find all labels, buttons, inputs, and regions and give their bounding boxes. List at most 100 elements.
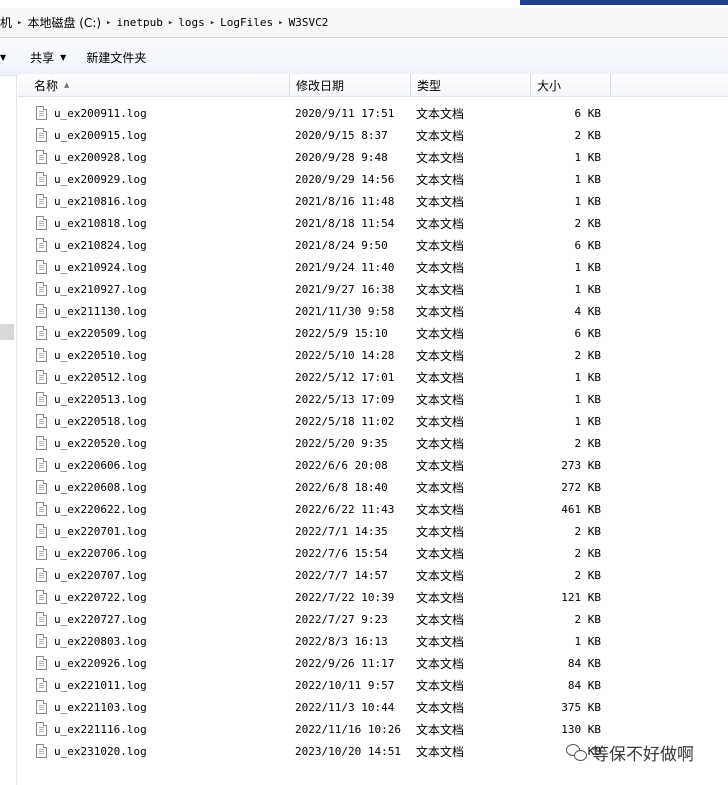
text-file-icon — [36, 524, 47, 538]
breadcrumb-item-inetpub[interactable]: inetpub — [116, 16, 162, 29]
text-file-icon — [36, 348, 47, 362]
breadcrumb: 机 ▸ 本地磁盘 (C:) ▸ inetpub ▸ logs ▸ LogFile… — [0, 14, 328, 31]
column-header: 名称 ▲ 修改日期 类型 大小 — [18, 74, 728, 97]
file-size: 2 KB — [574, 216, 602, 230]
file-size: 84 KB — [567, 656, 601, 670]
file-name-cell: u_ex220606.log — [36, 454, 147, 476]
file-type: 文本文档 — [416, 172, 465, 187]
text-file-icon — [36, 238, 47, 252]
file-type: 文本文档 — [416, 150, 465, 165]
file-row[interactable]: u_ex210924.log 2021/9/24 11:40 文本文档 1 KB — [18, 256, 718, 278]
file-name: u_ex220518.log — [54, 414, 147, 428]
file-date: 2022/5/10 14:28 — [295, 348, 395, 362]
file-row[interactable]: u_ex210927.log 2021/9/27 16:38 文本文档 1 KB — [18, 278, 718, 300]
file-date: 2022/10/11 9:57 — [295, 678, 395, 692]
text-file-icon — [36, 634, 47, 648]
file-size: 1 KB — [574, 172, 602, 186]
file-date: 2021/8/18 11:54 — [295, 216, 395, 230]
file-row[interactable]: u_ex200911.log 2020/9/11 17:51 文本文档 6 KB — [18, 102, 718, 124]
file-row[interactable]: u_ex220706.log 2022/7/6 15:54 文本文档 2 KB — [18, 542, 718, 564]
file-name-cell: u_ex220701.log — [36, 520, 147, 542]
file-row[interactable]: u_ex220512.log 2022/5/12 17:01 文本文档 1 KB — [18, 366, 718, 388]
dropdown-arrow-icon: ▼ — [0, 52, 7, 62]
new-folder-label: 新建文件夹 — [86, 50, 147, 65]
file-row[interactable]: u_ex200929.log 2020/9/29 14:56 文本文档 1 KB — [18, 168, 718, 190]
file-type: 文本文档 — [416, 722, 465, 737]
file-name-cell: u_ex220510.log — [36, 344, 147, 366]
file-size: 1 KB — [574, 150, 602, 164]
file-type: 文本文档 — [416, 392, 465, 407]
navigation-pane[interactable] — [0, 76, 17, 785]
file-row[interactable]: u_ex220803.log 2022/8/3 16:13 文本文档 1 KB — [18, 630, 718, 652]
text-file-icon — [36, 568, 47, 582]
file-row[interactable]: u_ex220520.log 2022/5/20 9:35 文本文档 2 KB — [18, 432, 718, 454]
share-button[interactable]: 共享 ▼ — [20, 45, 76, 69]
breadcrumb-partial[interactable]: 机 — [0, 14, 12, 31]
column-header-name-label: 名称 — [34, 78, 59, 93]
file-row[interactable]: u_ex220608.log 2022/6/8 18:40 文本文档 272 KB — [18, 476, 718, 498]
file-type: 文本文档 — [416, 238, 465, 253]
file-row[interactable]: u_ex220509.log 2022/5/9 15:10 文本文档 6 KB — [18, 322, 718, 344]
file-row[interactable]: u_ex210824.log 2021/8/24 9:50 文本文档 6 KB — [18, 234, 718, 256]
breadcrumb-item-logs[interactable]: logs — [178, 16, 205, 29]
file-name-cell: u_ex221011.log — [36, 674, 147, 696]
file-row[interactable]: u_ex220727.log 2022/7/27 9:23 文本文档 2 KB — [18, 608, 718, 630]
breadcrumb-item-w3svc2[interactable]: W3SVC2 — [289, 16, 329, 29]
file-row[interactable]: u_ex220707.log 2022/7/7 14:57 文本文档 2 KB — [18, 564, 718, 586]
address-bar[interactable]: 机 ▸ 本地磁盘 (C:) ▸ inetpub ▸ logs ▸ LogFile… — [0, 8, 728, 38]
organize-dropdown[interactable]: ▼ — [0, 45, 20, 69]
file-row[interactable]: u_ex220606.log 2022/6/6 20:08 文本文档 273 KB — [18, 454, 718, 476]
breadcrumb-chevron-icon[interactable]: ▸ — [210, 18, 215, 28]
watermark-text: 等保不好做啊 — [592, 745, 694, 765]
text-file-icon — [36, 172, 47, 186]
file-size: 2 KB — [574, 128, 602, 142]
file-name: u_ex220622.log — [54, 502, 147, 516]
file-row[interactable]: u_ex210816.log 2021/8/16 11:48 文本文档 1 KB — [18, 190, 718, 212]
text-file-icon — [36, 458, 47, 472]
file-type: 文本文档 — [416, 216, 465, 231]
file-type: 文本文档 — [416, 700, 465, 715]
file-name-cell: u_ex200929.log — [36, 168, 147, 190]
file-row[interactable]: u_ex220518.log 2022/5/18 11:02 文本文档 1 KB — [18, 410, 718, 432]
column-header-type[interactable]: 类型 — [411, 74, 531, 96]
new-folder-button[interactable]: 新建文件夹 — [76, 45, 156, 69]
breadcrumb-item-drive[interactable]: 本地磁盘 (C:) — [27, 14, 101, 31]
file-row[interactable]: u_ex220513.log 2022/5/13 17:09 文本文档 1 KB — [18, 388, 718, 410]
breadcrumb-chevron-icon[interactable]: ▸ — [106, 18, 111, 28]
file-row[interactable]: u_ex220722.log 2022/7/22 10:39 文本文档 121 KB — [18, 586, 718, 608]
breadcrumb-item-logfiles[interactable]: LogFiles — [220, 16, 273, 29]
breadcrumb-chevron-icon[interactable]: ▸ — [168, 18, 173, 28]
file-row[interactable]: u_ex220510.log 2022/5/10 14:28 文本文档 2 KB — [18, 344, 718, 366]
file-type: 文本文档 — [416, 348, 465, 363]
file-size: 6 KB — [574, 106, 602, 120]
text-file-icon — [36, 414, 47, 428]
column-header-name[interactable]: 名称 ▲ — [18, 74, 290, 96]
file-row[interactable]: u_ex220701.log 2022/7/1 14:35 文本文档 2 KB — [18, 520, 718, 542]
breadcrumb-chevron-icon[interactable]: ▸ — [278, 18, 283, 28]
file-type: 文本文档 — [416, 678, 465, 693]
file-row[interactable]: u_ex220926.log 2022/9/26 11:17 文本文档 84 KB — [18, 652, 718, 674]
column-header-size[interactable]: 大小 — [531, 74, 611, 96]
text-file-icon — [36, 194, 47, 208]
file-name-cell: u_ex231020.log — [36, 740, 147, 762]
file-name: u_ex220722.log — [54, 590, 147, 604]
file-name: u_ex220706.log — [54, 546, 147, 560]
command-bar: ▼ 共享 ▼ 新建文件夹 — [0, 39, 728, 76]
file-row[interactable]: u_ex221011.log 2022/10/11 9:57 文本文档 84 KB — [18, 674, 718, 696]
file-row[interactable]: u_ex210818.log 2021/8/18 11:54 文本文档 2 KB — [18, 212, 718, 234]
breadcrumb-chevron-icon[interactable]: ▸ — [17, 18, 22, 28]
file-size: 2 KB — [574, 436, 602, 450]
file-name-cell: u_ex220518.log — [36, 410, 147, 432]
file-name: u_ex220727.log — [54, 612, 147, 626]
navigation-scroll-thumb[interactable] — [0, 324, 14, 340]
text-file-icon — [36, 128, 47, 142]
file-name: u_ex221116.log — [54, 722, 147, 736]
file-row[interactable]: u_ex200928.log 2020/9/28 9:48 文本文档 1 KB — [18, 146, 718, 168]
file-row[interactable]: u_ex221103.log 2022/11/3 10:44 文本文档 375 KB — [18, 696, 718, 718]
file-row[interactable]: u_ex221116.log 2022/11/16 10:26 文本文档 130 KB — [18, 718, 718, 740]
file-row[interactable]: u_ex200915.log 2020/9/15 8:37 文本文档 2 KB — [18, 124, 718, 146]
column-header-date[interactable]: 修改日期 — [290, 74, 411, 96]
file-date: 2021/8/16 11:48 — [295, 194, 395, 208]
file-row[interactable]: u_ex220622.log 2022/6/22 11:43 文本文档 461 KB — [18, 498, 718, 520]
file-row[interactable]: u_ex211130.log 2021/11/30 9:58 文本文档 4 KB — [18, 300, 718, 322]
